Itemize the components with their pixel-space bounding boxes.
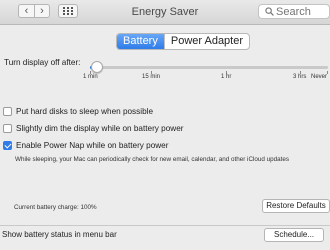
option-dim-display[interactable]: Slightly dim the display while on batter… [3,124,183,133]
power-nap-checkbox[interactable] [3,141,12,150]
display-off-label: Turn display off after: [4,58,81,67]
tab-power-adapter[interactable]: Power Adapter [163,34,249,49]
display-off-slider-knob[interactable] [91,61,104,73]
hard-disk-sleep-label: Put hard disks to sleep when possible [16,107,153,116]
tick-label-3-hrs: 3 hrs [293,74,307,80]
hard-disk-sleep-checkbox[interactable] [3,107,12,116]
show-status-label: Show battery status in menu bar [2,230,117,239]
power-nap-description: While sleeping, your Mac can periodicall… [15,156,290,163]
tab-battery[interactable]: Battery [117,34,164,49]
search-input[interactable] [276,5,328,18]
battery-charge-status: Current battery charge: 100% [14,204,97,211]
dim-display-checkbox[interactable] [3,124,12,133]
bottom-divider [0,225,330,226]
search-icon [265,7,274,16]
tick-label-1-hr: 1 hr [221,74,232,80]
tick-label-15-min: 15 min [142,74,161,80]
restore-defaults-button[interactable]: Restore Defaults [262,199,330,213]
tick-label-1-min: 1 min [83,74,98,80]
power-nap-label: Enable Power Nap while on battery power [16,141,169,150]
option-power-nap[interactable]: Enable Power Nap while on battery power [3,141,168,150]
display-off-slider-track[interactable] [90,66,328,69]
tick-label-never: Never [311,74,328,80]
tick-never [327,71,328,74]
schedule-button[interactable]: Schedule... [264,228,324,242]
title-bar: ‹ › Energy Saver [0,0,330,25]
tab-segmented-control: Battery Power Adapter [116,33,251,50]
option-hard-disk-sleep[interactable]: Put hard disks to sleep when possible [3,107,153,116]
search-field[interactable] [258,4,330,19]
show-status-row[interactable]: Show battery status in menu bar [2,230,117,239]
dim-display-label: Slightly dim the display while on batter… [16,124,184,133]
